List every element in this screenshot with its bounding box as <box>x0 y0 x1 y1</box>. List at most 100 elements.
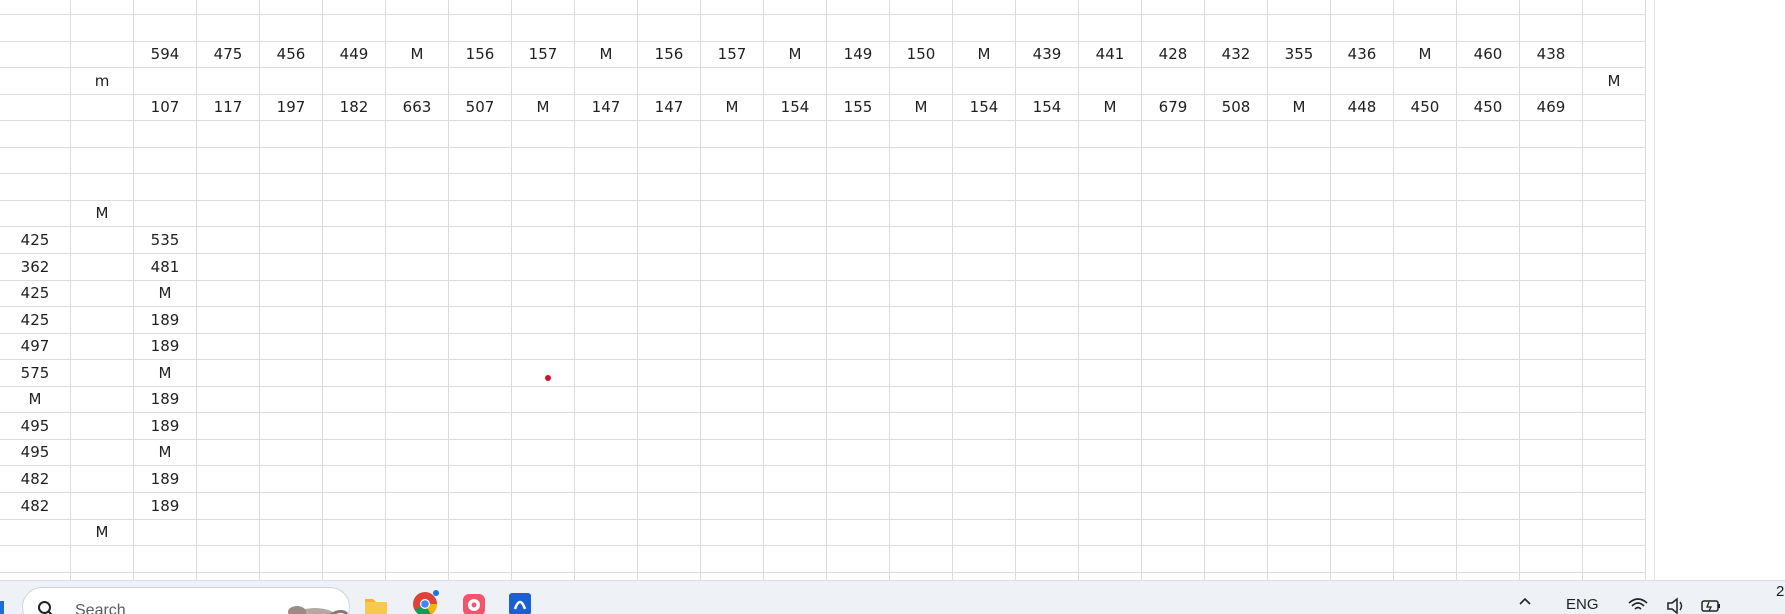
language-indicator[interactable]: ENG <box>1566 596 1599 613</box>
grid-cell[interactable] <box>1016 121 1079 148</box>
grid-cell[interactable] <box>1331 15 1394 42</box>
grid-cell[interactable] <box>1142 493 1205 520</box>
grid-cell[interactable] <box>512 413 575 440</box>
grid-cell[interactable]: 154 <box>953 94 1016 121</box>
grid-cell[interactable] <box>890 439 953 466</box>
grid-cell[interactable] <box>71 307 134 334</box>
grid-cell[interactable] <box>1331 546 1394 573</box>
grid-cell[interactable] <box>890 280 953 307</box>
grid-cell[interactable] <box>701 68 764 95</box>
grid-cell[interactable] <box>0 15 71 42</box>
grid-cell[interactable] <box>953 333 1016 360</box>
grid-cell[interactable] <box>1394 413 1457 440</box>
grid-cell[interactable] <box>827 280 890 307</box>
grid-cell[interactable] <box>1016 307 1079 334</box>
grid-cell[interactable] <box>1394 68 1457 95</box>
grid-cell[interactable] <box>71 413 134 440</box>
grid-cell[interactable] <box>1268 519 1331 546</box>
grid-cell[interactable] <box>449 572 512 580</box>
grid-cell[interactable] <box>890 68 953 95</box>
grid-cell[interactable] <box>1268 439 1331 466</box>
grid-cell[interactable] <box>1331 413 1394 440</box>
grid-cell[interactable] <box>890 333 953 360</box>
grid-cell[interactable] <box>1079 546 1142 573</box>
grid-cell[interactable] <box>1205 15 1268 42</box>
grid-cell[interactable] <box>764 200 827 227</box>
grid-cell[interactable] <box>1016 439 1079 466</box>
grid-cell[interactable] <box>1394 147 1457 174</box>
grid-cell[interactable] <box>1205 466 1268 493</box>
grid-cell[interactable] <box>134 0 197 15</box>
grid-cell[interactable] <box>890 519 953 546</box>
grid-cell[interactable] <box>1394 493 1457 520</box>
grid-cell[interactable] <box>1268 254 1331 281</box>
grid-cell[interactable] <box>1520 439 1583 466</box>
grid-cell[interactable] <box>701 121 764 148</box>
grid-cell[interactable]: 150 <box>890 41 953 68</box>
grid-cell[interactable] <box>1457 15 1520 42</box>
grid-cell[interactable] <box>1457 360 1520 387</box>
grid-cell[interactable] <box>1016 174 1079 201</box>
grid-cell[interactable]: 441 <box>1079 41 1142 68</box>
grid-cell[interactable] <box>512 15 575 42</box>
grid-cell[interactable] <box>260 280 323 307</box>
grid-cell[interactable]: 355 <box>1268 41 1331 68</box>
grid-cell[interactable] <box>323 147 386 174</box>
grid-cell[interactable] <box>575 227 638 254</box>
grid-cell[interactable] <box>638 307 701 334</box>
grid-cell[interactable] <box>1142 307 1205 334</box>
grid-cell[interactable] <box>0 546 71 573</box>
grid-cell[interactable]: 156 <box>638 41 701 68</box>
grid-cell[interactable] <box>638 519 701 546</box>
grid-cell[interactable] <box>1079 572 1142 580</box>
grid-cell[interactable] <box>1268 546 1331 573</box>
grid-cell[interactable] <box>1457 307 1520 334</box>
grid-cell[interactable] <box>890 147 953 174</box>
spreadsheet-area[interactable]: 594475456449M156157M156157M149150M439441… <box>0 0 1785 580</box>
grid-cell[interactable] <box>575 519 638 546</box>
grid-cell[interactable]: M <box>764 41 827 68</box>
grid-cell[interactable] <box>575 360 638 387</box>
grid-cell[interactable] <box>1079 147 1142 174</box>
grid-cell[interactable] <box>1016 227 1079 254</box>
grid-cell[interactable] <box>1583 280 1646 307</box>
grid-cell[interactable]: M <box>71 519 134 546</box>
grid-cell[interactable] <box>386 68 449 95</box>
grid-cell[interactable] <box>134 546 197 573</box>
grid-cell[interactable] <box>827 200 890 227</box>
grid-cell[interactable] <box>71 572 134 580</box>
grid-cell[interactable] <box>1331 254 1394 281</box>
grid-cell[interactable] <box>1268 466 1331 493</box>
grid-cell[interactable] <box>260 466 323 493</box>
grid-cell[interactable] <box>197 546 260 573</box>
grid-cell[interactable] <box>197 439 260 466</box>
grid-cell[interactable] <box>512 174 575 201</box>
grid-cell[interactable] <box>512 466 575 493</box>
grid-cell[interactable] <box>1205 121 1268 148</box>
grid-cell[interactable] <box>71 227 134 254</box>
grid-cell[interactable] <box>386 227 449 254</box>
grid-cell[interactable] <box>1268 68 1331 95</box>
grid-cell[interactable] <box>0 41 71 68</box>
grid-cell[interactable] <box>197 280 260 307</box>
grid-cell[interactable] <box>764 519 827 546</box>
grid-cell[interactable] <box>1394 519 1457 546</box>
grid-cell[interactable] <box>1016 200 1079 227</box>
grid-cell[interactable] <box>638 439 701 466</box>
grid-cell[interactable] <box>134 174 197 201</box>
grid-cell[interactable] <box>1016 15 1079 42</box>
grid-cell[interactable] <box>1583 0 1646 15</box>
grid-cell[interactable] <box>764 121 827 148</box>
grid-cell[interactable] <box>575 254 638 281</box>
grid-cell[interactable] <box>575 307 638 334</box>
grid-cell[interactable] <box>323 15 386 42</box>
start-button[interactable] <box>0 601 4 614</box>
grid-cell[interactable] <box>197 254 260 281</box>
grid-cell[interactable] <box>953 15 1016 42</box>
grid-cell[interactable] <box>953 280 1016 307</box>
grid-cell[interactable] <box>1079 280 1142 307</box>
grid-cell[interactable] <box>71 0 134 15</box>
grid-cell[interactable] <box>1331 307 1394 334</box>
grid-cell[interactable]: 156 <box>449 41 512 68</box>
grid-cell[interactable] <box>512 572 575 580</box>
